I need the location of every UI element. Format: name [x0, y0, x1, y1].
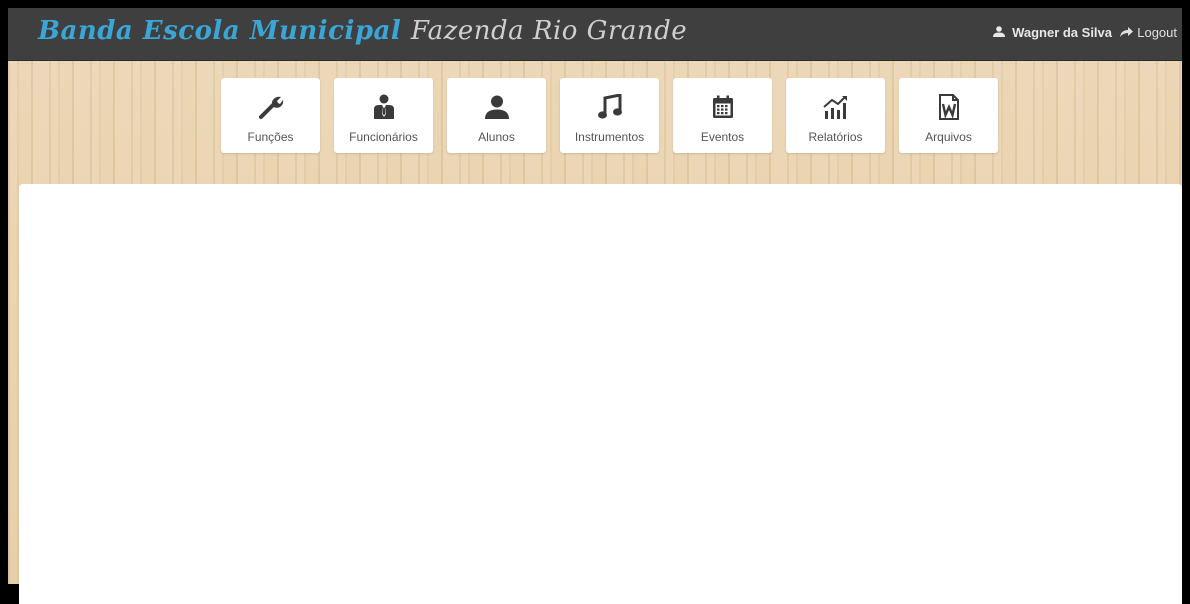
user-menu[interactable]: Wagner da Silva [993, 25, 1112, 40]
share-arrow-icon [1120, 25, 1134, 40]
word-file-icon [938, 90, 960, 124]
nav-alunos[interactable]: Alunos [447, 78, 546, 153]
app-frame: Banda Escola Municipal Fazenda Rio Grand… [0, 0, 1190, 604]
brand-title-primary: Banda Escola Municipal [38, 16, 402, 46]
user-name: Wagner da Silva [1012, 25, 1112, 40]
nav-label: Eventos [700, 130, 745, 144]
nav-relatorios[interactable]: Relatórios [786, 78, 885, 153]
main-nav: Funções Funcionários Alunos Instrumentos… [221, 78, 998, 153]
wrench-icon [258, 90, 284, 124]
top-navbar: Banda Escola Municipal Fazenda Rio Grand… [8, 8, 1182, 61]
logout-label: Logout [1137, 25, 1177, 40]
user-icon [484, 90, 510, 124]
nav-label: Arquivos [925, 130, 972, 144]
nav-label: Relatórios [808, 130, 863, 144]
nav-label: Instrumentos [574, 130, 645, 144]
music-note-icon [597, 90, 622, 124]
nav-funcoes[interactable]: Funções [221, 78, 320, 153]
nav-label: Funções [247, 130, 294, 144]
brand-title-secondary: Fazenda Rio Grande [410, 16, 688, 46]
brand-title[interactable]: Banda Escola Municipal Fazenda Rio Grand… [38, 16, 687, 46]
logout-link[interactable]: Logout [1120, 25, 1177, 40]
chart-icon [822, 90, 849, 124]
nav-arquivos[interactable]: Arquivos [899, 78, 998, 153]
main-content-panel [19, 184, 1182, 604]
user-icon [993, 25, 1006, 40]
nav-instrumentos[interactable]: Instrumentos [560, 78, 659, 153]
calendar-icon [712, 90, 734, 124]
nav-label: Funcionários [349, 130, 418, 144]
nav-label: Alunos [478, 130, 515, 144]
employee-icon [373, 90, 395, 124]
nav-eventos[interactable]: Eventos [673, 78, 772, 153]
nav-funcionarios[interactable]: Funcionários [334, 78, 433, 153]
